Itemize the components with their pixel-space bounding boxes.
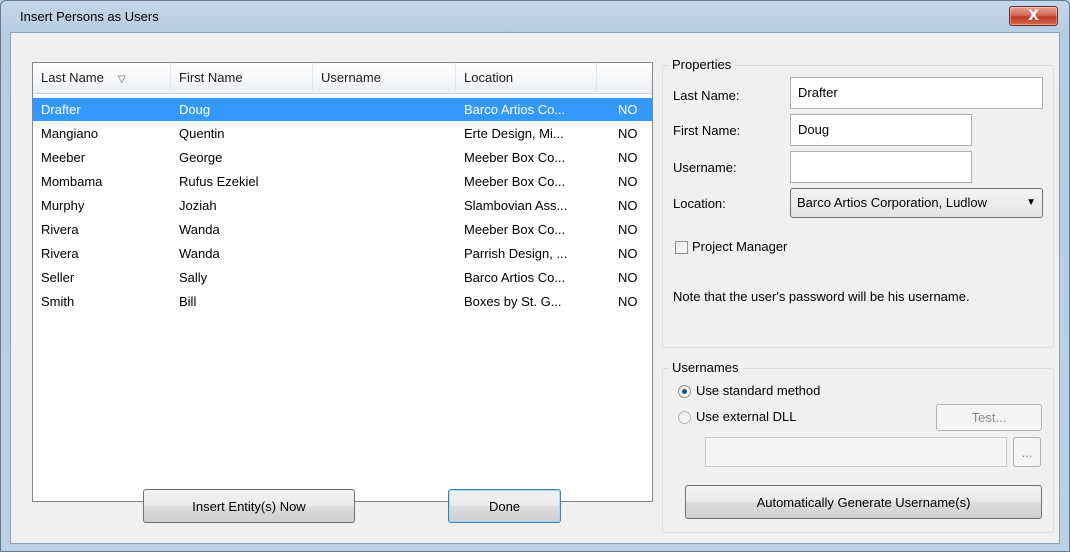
list-cell-flag: NO: [618, 198, 638, 213]
list-cell-flag: NO: [618, 126, 638, 141]
list-cell-location: Slambovian Ass...: [464, 198, 568, 213]
list-cell-first: Sally: [179, 270, 208, 285]
list-cell-last: Mombama: [41, 174, 103, 189]
column-header-location[interactable]: Location: [456, 63, 597, 94]
list-cell-location: Parrish Design, ...: [464, 246, 568, 261]
title-bar[interactable]: Insert Persons as Users X: [1, 1, 1069, 31]
list-cell-last: Meeber: [41, 150, 86, 165]
list-cell-last: Seller: [41, 270, 75, 285]
list-cell-last: Mangiano: [41, 126, 99, 141]
last-name-field[interactable]: Drafter: [790, 77, 1043, 109]
list-cell-flag: NO: [618, 246, 638, 261]
list-cell-flag: NO: [618, 294, 638, 309]
list-item[interactable]: Rivera Wanda Parrish Design, ... NO: [33, 242, 652, 265]
test-button-label: Test...: [971, 410, 1007, 425]
column-header-last-name[interactable]: Last Name ▽: [33, 63, 171, 94]
column-header-username[interactable]: Username: [313, 63, 456, 94]
list-cell-flag: NO: [618, 270, 638, 285]
usernames-group-title: Usernames: [669, 360, 742, 375]
generate-usernames-button[interactable]: Automatically Generate Username(s): [685, 485, 1042, 519]
first-name-label: First Name:: [673, 123, 741, 138]
list-item[interactable]: Mangiano Quentin Erte Design, Mi... NO: [33, 122, 652, 145]
list-cell-location: Meeber Box Co...: [464, 174, 566, 189]
list-cell-first: Bill: [179, 294, 197, 309]
list-cell-first: Doug: [179, 102, 211, 117]
project-manager-label: Project Manager: [692, 239, 788, 254]
column-header-label: Location: [464, 70, 514, 85]
column-header-first-name[interactable]: First Name: [171, 63, 313, 94]
list-cell-last: Rivera: [41, 246, 79, 261]
list-cell-flag: NO: [618, 150, 638, 165]
list-cell-location: Boxes by St. G...: [464, 294, 562, 309]
list-item[interactable]: Seller Sally Barco Artios Co... NO: [33, 266, 652, 289]
first-name-value: Doug: [798, 122, 830, 137]
column-header-extra[interactable]: [597, 63, 652, 94]
list-cell-location: Meeber Box Co...: [464, 150, 566, 165]
list-cell-first: George: [179, 150, 223, 165]
close-button[interactable]: X: [1009, 6, 1058, 26]
column-header-label: Username: [321, 70, 381, 85]
list-item[interactable]: Meeber George Meeber Box Co... NO: [33, 146, 652, 169]
list-cell-location: Meeber Box Co...: [464, 222, 566, 237]
close-icon: X: [1028, 8, 1039, 24]
persons-list[interactable]: Last Name ▽ First Name Username Location …: [32, 62, 653, 502]
username-field[interactable]: [790, 151, 972, 183]
dialog-client-area: Last Name ▽ First Name Username Location …: [10, 32, 1060, 544]
list-cell-first: Rufus Ezekiel: [179, 174, 259, 189]
list-cell-location: Barco Artios Co...: [464, 102, 566, 117]
location-value: Barco Artios Corporation, Ludlow: [797, 195, 988, 210]
properties-group-title: Properties: [669, 57, 735, 72]
dll-path-field[interactable]: [705, 437, 1007, 467]
list-item[interactable]: Drafter Doug Barco Artios Co... NO: [33, 98, 652, 121]
list-cell-flag: NO: [618, 102, 638, 117]
list-cell-last: Drafter: [41, 102, 81, 117]
standard-method-radio[interactable]: [678, 385, 691, 398]
column-header-label: First Name: [179, 70, 243, 85]
last-name-label: Last Name:: [673, 88, 740, 103]
list-cell-flag: NO: [618, 174, 638, 189]
first-name-field[interactable]: Doug: [790, 114, 972, 146]
list-item[interactable]: Smith Bill Boxes by St. G... NO: [33, 290, 652, 313]
generate-usernames-button-label: Automatically Generate Username(s): [756, 494, 971, 510]
project-manager-checkbox[interactable]: [675, 241, 688, 254]
browse-button[interactable]: ...: [1013, 437, 1041, 467]
username-label: Username:: [673, 160, 737, 175]
list-cell-location: Barco Artios Co...: [464, 270, 566, 285]
list-item[interactable]: Rivera Wanda Meeber Box Co... NO: [33, 218, 652, 241]
list-cell-last: Smith: [41, 294, 75, 309]
password-note: Note that the user's password will be hi…: [673, 289, 970, 304]
list-cell-first: Wanda: [179, 222, 220, 237]
column-header-label: Last Name: [41, 70, 104, 85]
insert-entity-button-label: Insert Entity(s) Now: [192, 498, 306, 514]
window-title: Insert Persons as Users: [20, 9, 159, 24]
standard-method-label: Use standard method: [696, 383, 821, 398]
list-cell-first: Wanda: [179, 246, 220, 261]
insert-entity-button[interactable]: Insert Entity(s) Now: [143, 489, 355, 523]
list-cell-first: Quentin: [179, 126, 225, 141]
done-button[interactable]: Done: [448, 489, 561, 523]
list-cell-last: Rivera: [41, 222, 79, 237]
list-cell-location: Erte Design, Mi...: [464, 126, 564, 141]
test-button[interactable]: Test...: [936, 404, 1042, 431]
list-cell-first: Joziah: [179, 198, 217, 213]
external-dll-label: Use external DLL: [696, 409, 797, 424]
done-button-label: Done: [488, 498, 521, 514]
last-name-value: Drafter: [798, 85, 838, 100]
list-item[interactable]: Murphy Joziah Slambovian Ass... NO: [33, 194, 652, 217]
list-cell-last: Murphy: [41, 198, 85, 213]
location-dropdown[interactable]: Barco Artios Corporation, Ludlow ▼: [790, 188, 1043, 218]
sort-ascending-icon: ▽: [117, 74, 126, 85]
dropdown-arrow-icon: ▼: [1026, 197, 1036, 208]
list-header: Last Name ▽ First Name Username Location: [33, 63, 652, 94]
dialog-window: Insert Persons as Users X Last Name ▽ Fir…: [0, 0, 1070, 552]
location-label: Location:: [673, 196, 726, 211]
browse-button-label: ...: [1021, 444, 1033, 460]
list-item[interactable]: Mombama Rufus Ezekiel Meeber Box Co... NO: [33, 170, 652, 193]
list-cell-flag: NO: [618, 222, 638, 237]
external-dll-radio[interactable]: [678, 411, 691, 424]
